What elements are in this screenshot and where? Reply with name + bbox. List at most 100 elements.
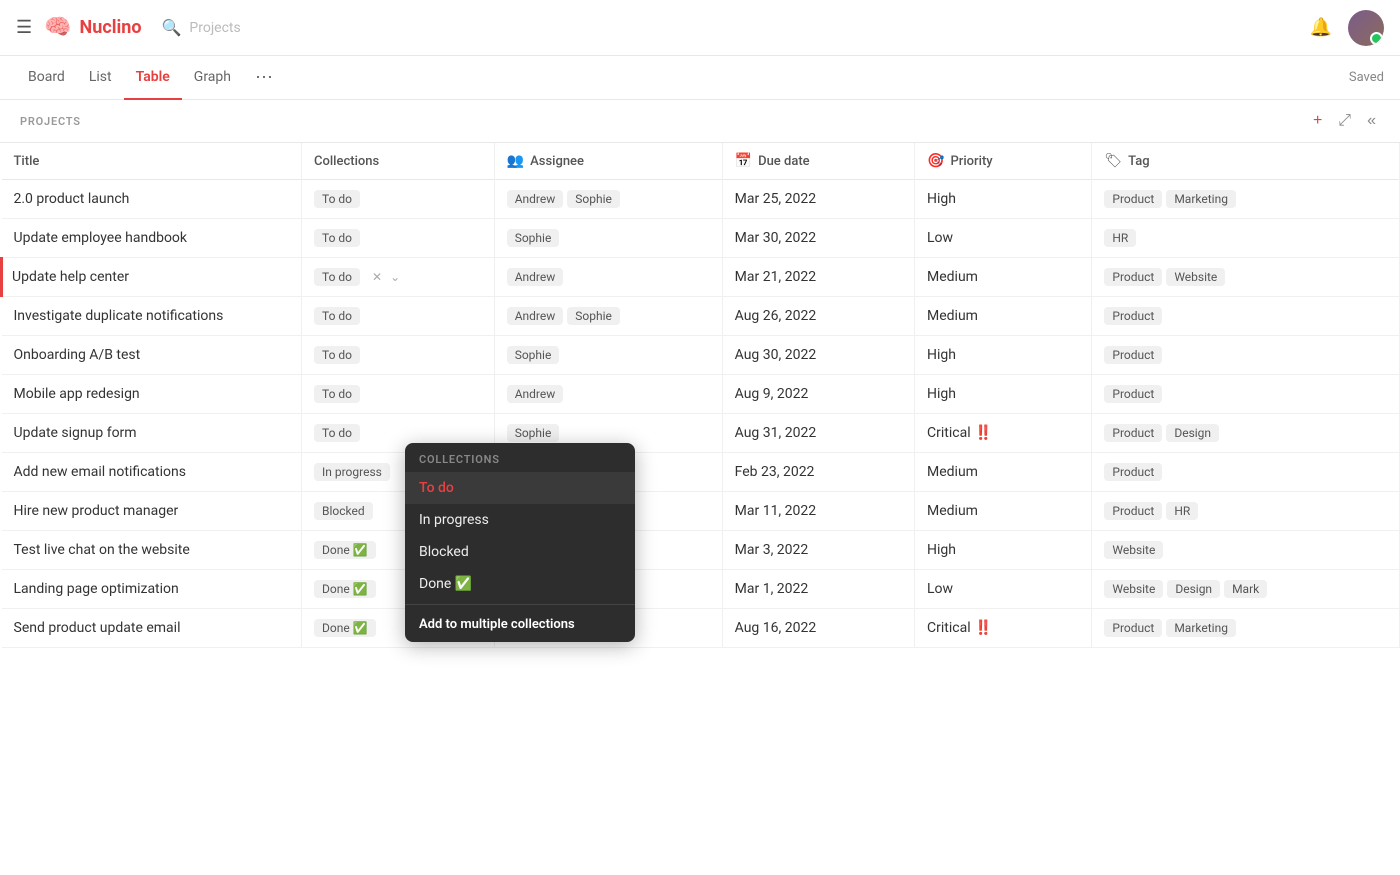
projects-actions: + ⤢ « [1309, 110, 1380, 132]
tag-pill[interactable]: Product [1104, 190, 1162, 208]
hamburger-icon[interactable]: ☰ [16, 17, 32, 38]
tab-more-icon[interactable]: ⋯ [247, 63, 281, 92]
col-assignee-menu[interactable]: ⋮ [696, 153, 710, 169]
critical-icon: ‼️ [975, 620, 992, 636]
row-title[interactable]: Add new email notifications [14, 464, 186, 480]
tag-pill[interactable]: Product [1104, 346, 1162, 364]
tag-pill[interactable]: Website [1166, 268, 1225, 286]
row-title[interactable]: Update employee handbook [14, 230, 188, 246]
add-project-button[interactable]: + [1309, 110, 1326, 132]
assignee-pill[interactable]: Andrew [507, 385, 564, 403]
row-title[interactable]: Update signup form [14, 425, 137, 441]
expand-button[interactable]: ⤢ [1334, 110, 1355, 132]
collection-pill[interactable]: To do [314, 190, 360, 208]
col-title-add[interactable]: + [263, 153, 271, 169]
collapse-button[interactable]: « [1363, 110, 1380, 132]
tag-pill[interactable]: Mark [1224, 580, 1267, 598]
dropdown-item-inprogress[interactable]: In progress [405, 504, 635, 536]
cell-priority: Low [915, 219, 1092, 258]
tag-pill[interactable]: Product [1104, 619, 1162, 637]
col-due-date-menu[interactable]: ⋮ [888, 153, 902, 169]
search-area[interactable]: 🔍 Projects [161, 18, 1309, 37]
collection-pill[interactable]: Done ✅ [314, 619, 376, 637]
tag-pill[interactable]: Website [1104, 541, 1163, 559]
col-collections-menu[interactable]: ⋮ [468, 153, 482, 169]
collection-pill[interactable]: To do [314, 307, 360, 325]
due-date-icon: 📅 [735, 153, 752, 169]
priority-value: High [927, 191, 956, 207]
tag-pill[interactable]: Product [1104, 424, 1162, 442]
collection-pill[interactable]: To do [314, 229, 360, 247]
collection-pill[interactable]: Done ✅ [314, 580, 376, 598]
row-title[interactable]: Test live chat on the website [14, 542, 190, 558]
table-row: Send product update email + ⋮ Done ✅Andr… [2, 609, 1400, 648]
row-title[interactable]: Hire new product manager [14, 503, 179, 519]
collection-pill[interactable]: Blocked [314, 502, 373, 520]
tag-pill[interactable]: Product [1104, 307, 1162, 325]
cell-priority: Critical ‼️ [915, 609, 1092, 648]
dropdown-item-done[interactable]: Done ✅ [405, 568, 635, 600]
assignee-pill[interactable]: Andrew [507, 190, 564, 208]
cell-title: Hire new product manager + ⋮ [2, 492, 302, 531]
row-title[interactable]: Onboarding A/B test [14, 347, 141, 363]
cell-title: Send product update email + ⋮ [2, 609, 302, 648]
col-title-label: Title [14, 154, 40, 169]
table-container: Title + ⋮ Collections ↑ ⋮ [0, 143, 1400, 874]
row-title[interactable]: Send product update email [14, 620, 181, 636]
tag-pill[interactable]: Product [1104, 268, 1162, 286]
tag-pill[interactable]: HR [1166, 502, 1198, 520]
tag-pill[interactable]: Marketing [1166, 619, 1236, 637]
tag-pill[interactable]: Product [1104, 463, 1162, 481]
assignee-pill[interactable]: Sophie [507, 346, 560, 364]
col-tag-menu[interactable]: ⋮ [1373, 153, 1387, 169]
col-priority-menu[interactable]: ⋮ [1065, 153, 1079, 169]
cell-due-date: Aug 26, 2022 [722, 297, 914, 336]
collection-pill[interactable]: To do [314, 424, 360, 442]
priority-value: Critical ‼️ [927, 620, 1079, 636]
tag-pill[interactable]: Design [1167, 580, 1220, 598]
assignee-pill[interactable]: Sophie [567, 190, 620, 208]
due-date-value: Aug 30, 2022 [735, 347, 817, 363]
cell-due-date: Aug 9, 2022 [722, 375, 914, 414]
due-date-value: Aug 26, 2022 [735, 308, 817, 324]
collection-pill[interactable]: To do [314, 385, 360, 403]
assignee-pill[interactable]: Andrew [507, 307, 564, 325]
collection-pill[interactable]: To do [314, 268, 360, 286]
assignee-pill[interactable]: Andrew [507, 268, 564, 286]
notification-icon[interactable]: 🔔 [1310, 17, 1332, 38]
assignee-pill[interactable]: Sophie [507, 229, 560, 247]
tag-pill[interactable]: Product [1104, 385, 1162, 403]
tag-pill[interactable]: HR [1104, 229, 1136, 247]
col-title-menu[interactable]: ⋮ [275, 153, 289, 169]
dropdown-add-multi[interactable]: Add to multiple collections [405, 609, 635, 642]
tag-pill[interactable]: Website [1104, 580, 1163, 598]
due-date-value: Mar 11, 2022 [735, 503, 817, 519]
due-date-value: Mar 21, 2022 [735, 269, 817, 285]
tag-pill[interactable]: Product [1104, 502, 1162, 520]
cell-due-date: Aug 16, 2022 [722, 609, 914, 648]
dropdown-item-blocked[interactable]: Blocked [405, 536, 635, 568]
col-collections-sort[interactable]: ↑ [458, 153, 464, 169]
row-title[interactable]: Landing page optimization [14, 581, 179, 597]
assignee-pill[interactable]: Sophie [507, 424, 560, 442]
assignee-pill[interactable]: Sophie [567, 307, 620, 325]
row-title[interactable]: Investigate duplicate notifications [14, 308, 224, 324]
tab-graph[interactable]: Graph [182, 56, 243, 100]
collection-chevron[interactable]: ⌄ [390, 270, 400, 284]
avatar[interactable] [1348, 10, 1384, 46]
dropdown-item-todo[interactable]: To do [405, 472, 635, 504]
row-title[interactable]: Update help center [12, 269, 129, 285]
tab-board[interactable]: Board [16, 56, 77, 100]
collection-pill[interactable]: Done ✅ [314, 541, 376, 559]
row-title[interactable]: Mobile app redesign [14, 386, 140, 402]
tag-pill[interactable]: Marketing [1166, 190, 1236, 208]
due-date-value: Mar 3, 2022 [735, 542, 809, 558]
tab-table[interactable]: Table [124, 56, 182, 100]
collection-pill[interactable]: To do [314, 346, 360, 364]
tab-list[interactable]: List [77, 56, 124, 100]
tag-pill[interactable]: Design [1166, 424, 1219, 442]
collection-remove[interactable]: ✕ [370, 270, 384, 284]
row-title[interactable]: 2.0 product launch [14, 191, 130, 207]
cell-priority: High [915, 375, 1092, 414]
collection-pill[interactable]: In progress [314, 463, 390, 481]
